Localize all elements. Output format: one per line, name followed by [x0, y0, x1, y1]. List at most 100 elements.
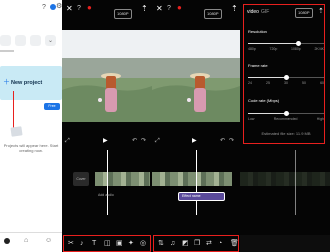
delete-icon[interactable]: 🗑 [230, 240, 239, 247]
frame-rate-marks: 24 25 30 50 60 [248, 81, 324, 85]
file-size-note: Estimated file size: 11.9 MB [261, 131, 311, 136]
quick-tool-1[interactable] [0, 35, 11, 46]
audio-clip-selected[interactable]: Effect name [178, 192, 225, 201]
editor-topbar: ✕ ? ● 1080P ⇡ [62, 4, 152, 19]
mark-30: 30 [284, 81, 288, 85]
code-rate-slider[interactable] [248, 111, 324, 116]
playhead[interactable] [196, 150, 197, 215]
bottom-toolbar: ✂ ♪ T ◫ ▣ ✦ ◎ [63, 235, 151, 252]
dimmed-timeline [240, 172, 330, 186]
drop-icon[interactable]: ● [87, 4, 92, 12]
editor-screen-selected: ✕ ? ● 1080P ⇡ ⤢ ▶ ↶ ↷ Effect name ⇅ ♫ ◩ … [152, 0, 240, 252]
undo-icon[interactable]: ↶ [220, 138, 225, 144]
dimmed-toolbar [240, 235, 330, 252]
redo-icon[interactable]: ↷ [229, 138, 234, 144]
fullscreen-icon[interactable]: ⤢ [65, 138, 70, 144]
quick-tool-2[interactable] [15, 35, 26, 46]
close-icon[interactable]: ✕ [156, 5, 163, 13]
chevron-down-icon: ⌄ [48, 38, 54, 44]
help-icon[interactable]: ? [77, 5, 81, 12]
tab-video[interactable]: video [247, 9, 259, 15]
volume-icon[interactable]: ♫ [170, 240, 175, 247]
export-icon[interactable]: ⇡ [231, 5, 238, 13]
cover-button[interactable]: Cover [73, 172, 89, 186]
mark-720p: 720p [269, 47, 278, 51]
export-icon[interactable]: ⇡ [318, 8, 324, 15]
video-preview[interactable] [152, 30, 240, 122]
tab-gif[interactable]: GIF [261, 9, 269, 15]
notification-icon[interactable]: ⌂ [24, 237, 28, 244]
mark-2k4k: 2K/4K [314, 47, 324, 51]
copy-icon[interactable]: ❐ [194, 240, 200, 247]
replace-icon[interactable]: ⇄ [206, 240, 212, 247]
new-project-label: New project [11, 80, 43, 86]
help-icon[interactable]: ? [42, 4, 46, 11]
resolution-slider[interactable] [248, 41, 324, 46]
resolution-pill[interactable]: 1080P [204, 9, 222, 19]
fade-icon[interactable]: ◩ [182, 240, 189, 247]
fullscreen-icon[interactable]: ⤢ [155, 138, 160, 144]
text-icon[interactable]: T [92, 240, 96, 247]
mark-25: 25 [266, 81, 270, 85]
editor-topbar: ✕ ? ● 1080P ⇡ [152, 4, 240, 19]
quick-tool-3[interactable] [30, 35, 41, 46]
resolution-knob[interactable] [296, 41, 301, 46]
resolution-pill[interactable]: 1080P [295, 8, 313, 18]
sticker-icon[interactable]: ◫ [104, 240, 111, 247]
new-project-button[interactable]: ＋ New project [0, 66, 62, 100]
export-settings-screen: video GIF 1080P ⇡ Resolution 480p 720p 1… [240, 0, 330, 252]
frame-rate-knob[interactable] [284, 75, 289, 80]
bottom-nav: ⌂ ☺ [0, 232, 62, 252]
home-screen: ? ⚙ ⌄ ＋ New project Free Projects will a… [0, 0, 62, 252]
frame-rate-slider[interactable] [248, 75, 324, 80]
play-icon[interactable]: ▶ [192, 138, 197, 144]
empty-hint: Projects will appear here. Start creatin… [3, 143, 59, 153]
code-rate-knob[interactable] [284, 111, 289, 116]
plus-icon: ＋ [3, 79, 10, 86]
video-track-clip[interactable] [152, 172, 232, 186]
profile-tab-icon[interactable]: ☺ [45, 237, 52, 244]
mark-high: High [316, 117, 324, 121]
resolution-title: Resolution [248, 29, 267, 34]
mark-low: Low [248, 117, 255, 121]
quick-tool-more[interactable]: ⌄ [45, 35, 56, 46]
status-badge[interactable]: Free [44, 103, 60, 110]
export-settings-panel: video GIF 1080P ⇡ Resolution 480p 720p 1… [243, 4, 325, 144]
code-rate-marks: Low Recommended High [248, 117, 324, 121]
split-icon[interactable]: ⇅ [158, 240, 164, 247]
mark-480p: 480p [248, 47, 256, 51]
audio-track[interactable]: Add audio [95, 192, 138, 199]
mark-1080p: 1080p [291, 47, 301, 51]
redo-icon[interactable]: ↷ [141, 138, 146, 144]
home-tab-icon[interactable] [4, 238, 10, 244]
drop-icon[interactable]: ● [177, 4, 182, 12]
tutorial-arrow [13, 91, 14, 131]
empty-illustration [10, 126, 23, 137]
clip-toolbar: ⇅ ♫ ◩ ❐ ⇄ ◔ 🗑 [153, 235, 239, 252]
filter-icon[interactable]: ◎ [140, 240, 146, 247]
help-icon[interactable]: ? [167, 5, 171, 12]
overlay-icon[interactable]: ▣ [116, 240, 123, 247]
playhead [295, 150, 296, 215]
undo-icon[interactable]: ↶ [132, 138, 137, 144]
speed-icon[interactable]: ◔ [218, 240, 222, 247]
code-rate-title: Code rate (Mbps) [248, 98, 280, 103]
frame-rate-title: Frame rate [248, 63, 268, 68]
mark-24: 24 [248, 81, 252, 85]
play-icon[interactable]: ▶ [103, 138, 108, 144]
video-track-clip[interactable] [95, 172, 150, 186]
mark-recommended: Recommended [273, 117, 298, 121]
music-icon[interactable]: ♪ [80, 240, 84, 247]
resolution-marks: 480p 720p 1080p 2K/4K [248, 47, 324, 51]
video-preview[interactable] [62, 30, 152, 122]
editor-screen: ✕ ? ● 1080P ⇡ ⤢ ▶ ↶ ↷ Cover Add audio ✂ … [62, 0, 152, 252]
effects-icon[interactable]: ✦ [128, 240, 134, 247]
export-icon[interactable]: ⇡ [141, 5, 148, 13]
playhead[interactable] [107, 150, 108, 215]
scissors-icon[interactable]: ✂ [68, 240, 74, 247]
close-icon[interactable]: ✕ [66, 5, 73, 13]
resolution-pill[interactable]: 1080P [114, 9, 132, 19]
mark-50: 50 [302, 81, 306, 85]
tool-label-bar [0, 50, 14, 52]
preview-image [62, 30, 152, 122]
